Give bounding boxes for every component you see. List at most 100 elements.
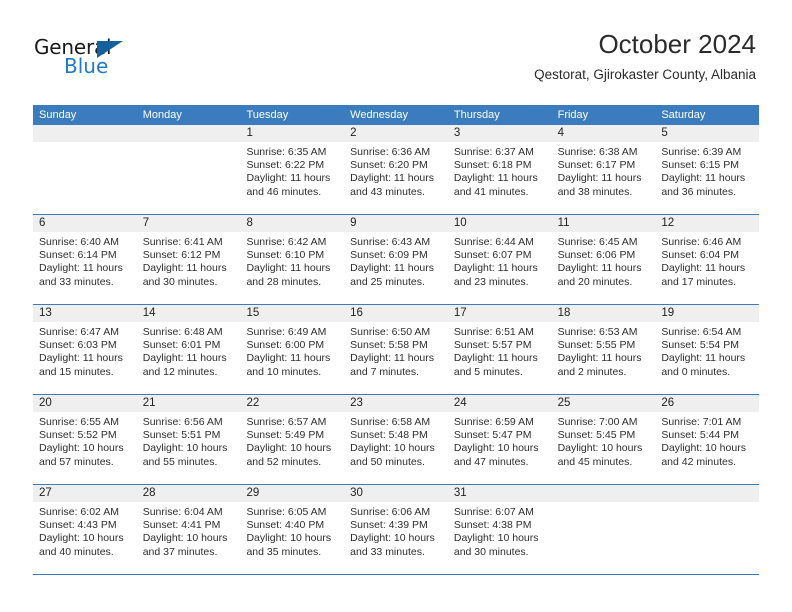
day-details: Sunrise: 6:39 AM Sunset: 6:15 PM Daylight:… <box>655 142 759 199</box>
calendar-day-cell[interactable]: 26 Sunrise: 7:01 AM Sunset: 5:44 PM Dayligh… <box>655 395 760 484</box>
general-blue-logo: General Blue <box>34 36 154 82</box>
page-subtitle: Qestorat, Gjirokaster County, Albania <box>534 67 756 82</box>
day-details: Sunrise: 6:42 AM Sunset: 6:10 PM Daylight:… <box>240 232 344 289</box>
day-detail-line: Sunset: 5:44 PM <box>661 429 739 442</box>
calendar-day-cell[interactable]: 22 Sunrise: 6:57 AM Sunset: 5:49 PM Dayligh… <box>240 395 345 484</box>
day-number: 23 <box>344 395 448 412</box>
day-detail-line: Sunrise: 6:50 AM <box>350 326 431 338</box>
day-number: 8 <box>240 215 345 232</box>
day-detail-line: Sunset: 6:18 PM <box>453 159 532 172</box>
calendar-week-row: 20 Sunrise: 6:55 AM Sunset: 5:52 PM Dayligh… <box>33 395 760 485</box>
calendar-day-cell[interactable]: 7 Sunrise: 6:41 AM Sunset: 6:12 PM Daylight… <box>136 215 241 304</box>
day-details: Sunrise: 7:00 AM Sunset: 5:45 PM Daylight:… <box>552 412 656 469</box>
calendar-day-cell[interactable]: 5 Sunrise: 6:39 AM Sunset: 6:15 PM Daylight… <box>655 125 760 214</box>
day-detail-line: Daylight: 11 hours <box>557 172 642 185</box>
calendar-week-row: 6 Sunrise: 6:40 AM Sunset: 6:14 PM Daylight… <box>33 215 760 305</box>
day-detail-line: Daylight: 10 hours <box>350 442 435 455</box>
day-detail-line: Sunset: 5:54 PM <box>661 339 739 352</box>
day-details: Sunrise: 6:37 AM Sunset: 6:18 PM Daylight:… <box>448 142 552 199</box>
calendar-day-cell[interactable]: 28 Sunrise: 6:04 AM Sunset: 4:41 PM Dayligh… <box>136 485 241 574</box>
calendar-day-cell[interactable]: 13 Sunrise: 6:47 AM Sunset: 6:03 PM Dayligh… <box>33 305 137 394</box>
day-detail-line: Sunset: 6:04 PM <box>661 249 739 262</box>
day-detail-line: Daylight: 11 hours <box>246 352 331 365</box>
calendar-day-cell[interactable]: 6 Sunrise: 6:40 AM Sunset: 6:14 PM Daylight… <box>33 215 137 304</box>
day-detail-line: Sunset: 6:12 PM <box>142 249 221 262</box>
day-details <box>655 502 759 506</box>
calendar-day-cell[interactable]: 10 Sunrise: 6:44 AM Sunset: 6:07 PM Dayligh… <box>447 215 552 304</box>
calendar-day-cell[interactable]: 30 Sunrise: 6:06 AM Sunset: 4:39 PM Dayligh… <box>344 485 448 574</box>
day-detail-line: and 57 minutes. <box>39 455 114 468</box>
calendar-day-cell[interactable]: 4 Sunrise: 6:38 AM Sunset: 6:17 PM Daylight… <box>551 125 656 214</box>
day-detail-line: and 37 minutes. <box>142 545 218 558</box>
day-details: Sunrise: 6:53 AM Sunset: 5:55 PM Daylight:… <box>552 322 656 379</box>
day-detail-line: Daylight: 11 hours <box>246 172 331 185</box>
day-detail-line: Sunrise: 6:49 AM <box>246 326 327 338</box>
weekday-header-tuesday: Tuesday <box>246 109 289 121</box>
day-detail-line: and 47 minutes. <box>453 455 529 468</box>
logo-text-blue: Blue <box>64 54 109 78</box>
calendar-day-cell[interactable]: 16 Sunrise: 6:50 AM Sunset: 5:58 PM Dayligh… <box>344 305 448 394</box>
day-number: 19 <box>655 305 760 322</box>
calendar-day-cell[interactable]: 29 Sunrise: 6:05 AM Sunset: 4:40 PM Dayligh… <box>240 485 345 574</box>
day-number: 3 <box>447 125 552 142</box>
calendar-day-cell[interactable]: 2 Sunrise: 6:36 AM Sunset: 6:20 PM Daylight… <box>344 125 448 214</box>
day-detail-line: Sunrise: 7:00 AM <box>557 416 638 428</box>
day-detail-line: and 15 minutes. <box>39 365 114 378</box>
day-detail-line: Sunset: 6:22 PM <box>246 159 325 172</box>
day-detail-line: Daylight: 10 hours <box>453 532 539 545</box>
day-number <box>136 125 241 142</box>
day-detail-line: Sunset: 5:45 PM <box>557 429 636 442</box>
calendar-day-cell[interactable]: 9 Sunrise: 6:43 AM Sunset: 6:09 PM Daylight… <box>344 215 448 304</box>
calendar-day-cell[interactable]: 18 Sunrise: 6:53 AM Sunset: 5:55 PM Dayligh… <box>551 305 656 394</box>
day-detail-line: and 45 minutes. <box>557 455 633 468</box>
day-detail-line: Sunset: 4:38 PM <box>453 519 532 532</box>
calendar-day-cell[interactable]: 17 Sunrise: 6:51 AM Sunset: 5:57 PM Dayligh… <box>447 305 552 394</box>
day-details: Sunrise: 6:40 AM Sunset: 6:14 PM Daylight:… <box>33 232 137 289</box>
day-details: Sunrise: 6:02 AM Sunset: 4:43 PM Daylight:… <box>33 502 137 559</box>
day-detail-line: Daylight: 11 hours <box>661 172 746 185</box>
day-details: Sunrise: 6:56 AM Sunset: 5:51 PM Daylight:… <box>137 412 241 469</box>
calendar-day-cell[interactable]: 14 Sunrise: 6:48 AM Sunset: 6:01 PM Dayligh… <box>136 305 241 394</box>
calendar-day-cell[interactable]: 20 Sunrise: 6:55 AM Sunset: 5:52 PM Dayligh… <box>33 395 137 484</box>
day-detail-line: and 50 minutes. <box>350 455 425 468</box>
day-detail-line: and 42 minutes. <box>661 455 737 468</box>
calendar-day-cell[interactable]: 24 Sunrise: 6:59 AM Sunset: 5:47 PM Dayligh… <box>447 395 552 484</box>
day-number: 10 <box>447 215 552 232</box>
calendar-day-cell[interactable]: 15 Sunrise: 6:49 AM Sunset: 6:00 PM Dayligh… <box>240 305 345 394</box>
day-detail-line: and 0 minutes. <box>661 365 731 378</box>
calendar-day-cell-empty <box>655 485 760 574</box>
calendar-day-cell[interactable]: 1 Sunrise: 6:35 AM Sunset: 6:22 PM Daylight… <box>240 125 345 214</box>
day-detail-line: Sunrise: 6:55 AM <box>39 416 119 428</box>
calendar-day-cell[interactable]: 31 Sunrise: 6:07 AM Sunset: 4:38 PM Dayligh… <box>447 485 552 574</box>
day-details: Sunrise: 6:47 AM Sunset: 6:03 PM Daylight:… <box>33 322 137 379</box>
calendar-day-cell[interactable]: 27 Sunrise: 6:02 AM Sunset: 4:43 PM Dayligh… <box>33 485 137 574</box>
calendar-day-cell-empty <box>136 125 241 214</box>
calendar-day-cell[interactable]: 11 Sunrise: 6:45 AM Sunset: 6:06 PM Dayligh… <box>551 215 656 304</box>
day-number: 27 <box>33 485 137 502</box>
day-details: Sunrise: 6:41 AM Sunset: 6:12 PM Daylight:… <box>137 232 241 289</box>
calendar-day-cell[interactable]: 12 Sunrise: 6:46 AM Sunset: 6:04 PM Dayligh… <box>655 215 760 304</box>
day-detail-line: Daylight: 10 hours <box>39 532 124 545</box>
day-number: 17 <box>447 305 552 322</box>
calendar-day-cell[interactable]: 8 Sunrise: 6:42 AM Sunset: 6:10 PM Daylight… <box>240 215 345 304</box>
day-details: Sunrise: 6:04 AM Sunset: 4:41 PM Daylight:… <box>137 502 241 559</box>
day-number: 24 <box>447 395 552 412</box>
day-detail-line: Daylight: 10 hours <box>246 442 332 455</box>
day-detail-line: Sunrise: 7:01 AM <box>661 416 742 428</box>
day-details: Sunrise: 6:35 AM Sunset: 6:22 PM Daylight:… <box>240 142 344 199</box>
calendar-day-cell[interactable]: 3 Sunrise: 6:37 AM Sunset: 6:18 PM Daylight… <box>447 125 552 214</box>
day-number: 2 <box>344 125 448 142</box>
calendar-day-cell[interactable]: 25 Sunrise: 7:00 AM Sunset: 5:45 PM Dayligh… <box>551 395 656 484</box>
day-number <box>551 485 656 502</box>
day-details <box>137 142 241 146</box>
day-detail-line: Sunrise: 6:59 AM <box>453 416 534 428</box>
day-number: 6 <box>33 215 137 232</box>
calendar-day-cell-empty <box>33 125 137 214</box>
day-detail-line: Daylight: 10 hours <box>246 532 332 545</box>
day-detail-line: Sunrise: 6:07 AM <box>453 506 534 518</box>
calendar-day-cell[interactable]: 23 Sunrise: 6:58 AM Sunset: 5:48 PM Dayligh… <box>344 395 448 484</box>
calendar-day-cell[interactable]: 19 Sunrise: 6:54 AM Sunset: 5:54 PM Dayligh… <box>655 305 760 394</box>
day-detail-line: and 12 minutes. <box>142 365 218 378</box>
calendar-day-cell[interactable]: 21 Sunrise: 6:56 AM Sunset: 5:51 PM Dayligh… <box>136 395 241 484</box>
day-details: Sunrise: 6:58 AM Sunset: 5:48 PM Daylight:… <box>344 412 448 469</box>
